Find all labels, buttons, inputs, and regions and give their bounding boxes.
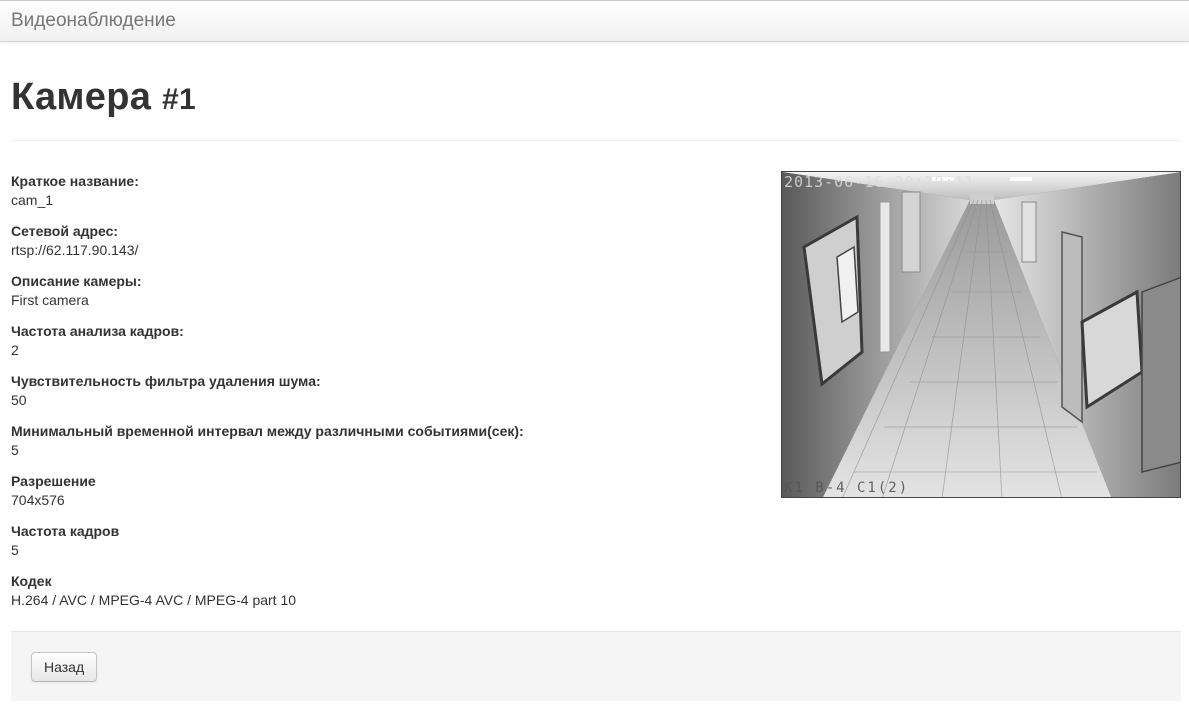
field-value: 50: [11, 392, 27, 408]
field-value: First camera: [11, 292, 89, 308]
camera-snapshot: 2013-06-16 20:29:11 K1 B-4 C1(2): [781, 171, 1181, 498]
field-network-address: Сетевой адрес: rtsp://62.117.90.143/: [11, 222, 751, 272]
field-label: Кодек: [11, 573, 52, 589]
page-title: Камера #1: [11, 76, 196, 119]
channel-overlay: K1 B-4 C1(2): [784, 480, 910, 496]
field-event-interval: Минимальный временной интервал между раз…: [11, 422, 751, 472]
field-short-name: Краткое название: cam_1: [11, 172, 751, 222]
field-value: cam_1: [11, 192, 54, 208]
field-label: Чувствительность фильтра удаления шума:: [11, 373, 321, 389]
field-value: 2: [11, 342, 19, 358]
field-label: Разрешение: [11, 473, 96, 489]
page-title-text: Камера: [11, 76, 152, 118]
field-value: 704x576: [11, 492, 65, 508]
field-codec: Кодек H.264 / AVC / MPEG-4 AVC / MPEG-4 …: [11, 572, 751, 622]
field-label: Частота анализа кадров:: [11, 323, 184, 339]
field-value: rtsp://62.117.90.143/: [11, 242, 139, 258]
camera-details: Краткое название: cam_1 Сетевой адрес: r…: [11, 172, 751, 622]
navbar-brand[interactable]: Видеонаблюдение: [11, 10, 176, 32]
form-actions: Назад: [11, 631, 1181, 701]
field-label: Описание камеры:: [11, 273, 142, 289]
field-noise-filter: Чувствительность фильтра удаления шума: …: [11, 372, 751, 422]
field-label: Частота кадров: [11, 523, 120, 539]
back-button[interactable]: Назад: [31, 652, 98, 682]
field-resolution: Разрешение 704x576: [11, 472, 751, 522]
field-value: 5: [11, 542, 19, 558]
timestamp-overlay: 2013-06-16 20:29:11: [784, 173, 975, 191]
field-label: Минимальный временной интервал между раз…: [11, 423, 524, 439]
field-analysis-rate: Частота анализа кадров: 2: [11, 322, 751, 372]
field-frame-rate: Частота кадров 5: [11, 522, 751, 572]
field-label: Краткое название:: [11, 173, 139, 189]
title-divider: [11, 140, 1181, 141]
camera-number: #1: [162, 83, 197, 116]
field-value: 5: [11, 442, 19, 458]
field-description: Описание камеры: First camera: [11, 272, 751, 322]
field-value: H.264 / AVC / MPEG-4 AVC / MPEG-4 part 1…: [11, 592, 297, 608]
corridor-image: [782, 172, 1180, 497]
field-label: Сетевой адрес:: [11, 223, 119, 239]
navbar: Видеонаблюдение: [0, 0, 1189, 42]
